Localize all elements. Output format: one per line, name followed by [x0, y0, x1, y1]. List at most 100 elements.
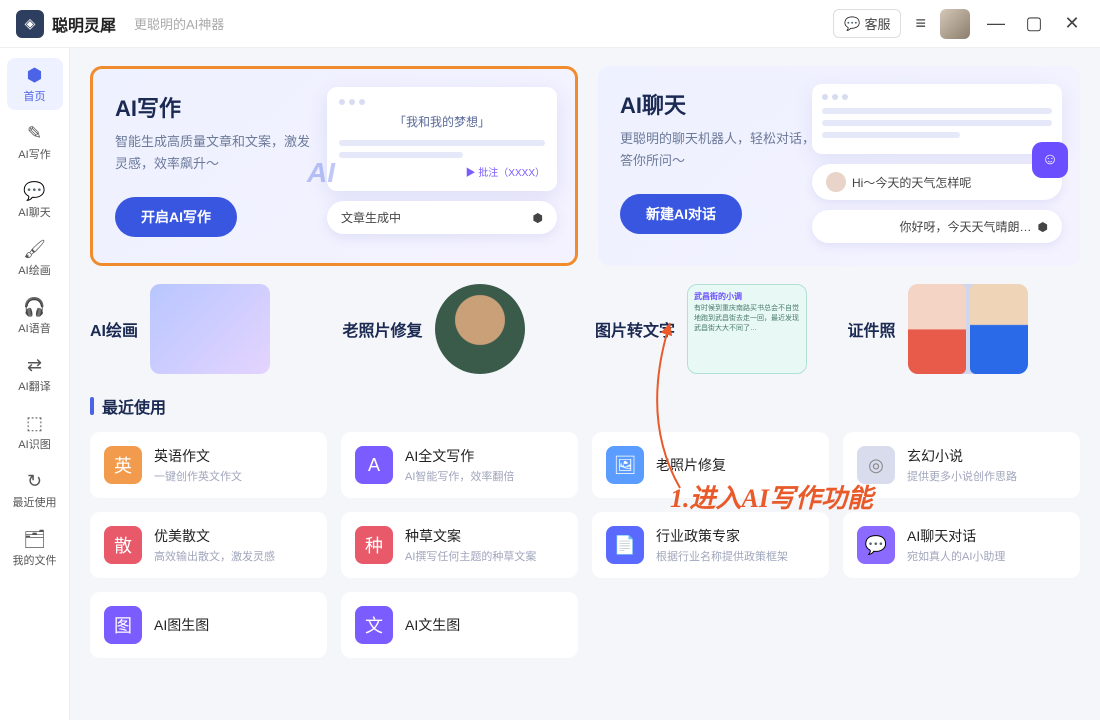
app-name: 聪明灵犀: [52, 12, 116, 36]
recent-card-6[interactable]: 📄行业政策专家根据行业名称提供政策框架: [592, 512, 829, 578]
sidebar-icon: 🗂: [23, 529, 46, 550]
start-ai-write-button[interactable]: 开启AI写作: [115, 197, 237, 237]
recent-desc: 高效输出散文，激发灵感: [154, 548, 275, 564]
recent-icon: A: [355, 446, 393, 484]
photo-thumb: [435, 284, 525, 374]
recent-card-7[interactable]: 💬 AI聊天对话宛如真人的AI小助理: [843, 512, 1080, 578]
support-button[interactable]: 💬 客服: [833, 9, 901, 38]
tile-photo-restore[interactable]: 老照片修复: [343, 284, 576, 374]
recent-card-4[interactable]: 散优美散文高效输出散文，激发灵感: [90, 512, 327, 578]
sidebar-item-4[interactable]: 🎧 AI语音: [7, 290, 63, 342]
recent-icon: 文: [355, 606, 393, 644]
sidebar-item-7[interactable]: ↻ 最近使用: [7, 464, 63, 516]
recent-card-5[interactable]: 种种草文案 AI撰写任何主题的种草文案: [341, 512, 578, 578]
recent-desc: AI撰写任何主题的种草文案: [405, 548, 536, 564]
minimize-button[interactable]: —: [984, 13, 1008, 34]
recent-desc: 一键创作英文作文: [154, 468, 242, 484]
recent-title: 英语作文: [154, 446, 242, 466]
sidebar-icon: ✎: [27, 123, 42, 144]
sidebar-item-8[interactable]: 🗂 我的文件: [7, 522, 63, 574]
chat-bubble-user: Hi～今天的天气怎样呢: [812, 164, 1062, 200]
recent-desc: AI智能写作，效率翻倍: [405, 468, 514, 484]
recent-title: 老照片修复: [656, 455, 726, 475]
chat-bubble-icon: 💬: [844, 16, 860, 32]
recent-title: AI聊天对话: [907, 526, 1005, 546]
sidebar-icon: ↻: [27, 471, 42, 492]
support-label: 客服: [864, 14, 890, 33]
menu-icon[interactable]: ≡: [915, 13, 926, 34]
hero-write-desc: 智能生成高质量文章和文案，激发灵感，效率飙升～: [115, 131, 315, 175]
maximize-button[interactable]: ▢: [1022, 13, 1046, 34]
recent-card-0[interactable]: 英英语作文一键创作英文作文: [90, 432, 327, 498]
recent-icon: 散: [104, 526, 142, 564]
recent-icon: 图: [104, 606, 142, 644]
sidebar-icon: 💬: [23, 181, 45, 202]
tile-ai-paint[interactable]: AI绘画: [90, 284, 323, 374]
ill-tag: ▶ 批注（XXXX）: [339, 164, 545, 179]
recent-title: 玄幻小说: [907, 446, 1017, 466]
recent-title: 种草文案: [405, 526, 536, 546]
sidebar-icon: ⇄: [27, 355, 42, 376]
chat-fab-icon: ☺: [1032, 142, 1068, 178]
recent-card-1[interactable]: AAI全文写作AI智能写作，效率翻倍: [341, 432, 578, 498]
sidebar-icon: 🖌: [23, 239, 46, 260]
user-avatar[interactable]: [940, 9, 970, 39]
hero-card-ai-write[interactable]: AI写作 智能生成高质量文章和文案，激发灵感，效率飙升～ 开启AI写作 「我和我…: [90, 66, 578, 266]
sidebar-icon: 🎧: [23, 297, 45, 318]
sidebar-item-6[interactable]: ⬚AI识图: [7, 406, 63, 458]
close-button[interactable]: ✕: [1060, 13, 1084, 34]
sidebar-label: 我的文件: [13, 552, 57, 568]
recent-desc: 宛如真人的AI小助理: [907, 548, 1005, 564]
recent-icon: 💬: [857, 526, 895, 564]
app-logo-group: ◈ 聪明灵犀 更聪明的AI神器: [16, 10, 224, 38]
sidebar-label: AI语音: [18, 320, 50, 336]
doc-thumb-body: 有时候到重庆南路买书总会不自觉地跑到武昌街去走一回，最近发现武昌街大大不同了…: [694, 304, 800, 333]
new-ai-chat-button[interactable]: 新建AI对话: [620, 194, 742, 234]
hero-chat-desc: 更聪明的聊天机器人，轻松对话，答你所问～: [620, 128, 820, 172]
sidebar-label: AI聊天: [18, 204, 50, 220]
hexagon-icon: ⬢: [533, 211, 543, 225]
recent-card-8[interactable]: 图AI图生图: [90, 592, 327, 658]
chat-bubble2-text: 你好呀，今天天气晴朗…: [900, 218, 1032, 235]
sidebar-label: 最近使用: [13, 494, 57, 510]
tile-label: AI绘画: [90, 317, 138, 341]
sidebar-icon: ⬢: [27, 65, 43, 86]
sidebar-item-1[interactable]: ✎ AI写作: [7, 116, 63, 168]
tile-label: 老照片修复: [343, 317, 423, 341]
recent-desc: 提供更多小说创作思路: [907, 468, 1017, 484]
hexagon-icon: ⬢: [1038, 220, 1048, 234]
tile-label: 图片转文字: [595, 317, 675, 341]
chat-bubble-bot: 你好呀，今天天气晴朗… ⬢: [812, 210, 1062, 243]
sidebar-item-3[interactable]: 🖌 AI绘画: [7, 232, 63, 284]
recent-icon: 📄: [606, 526, 644, 564]
sidebar-item-0[interactable]: ⬢首页: [7, 58, 63, 110]
recent-title: 优美散文: [154, 526, 275, 546]
hero-chat-illustration: ☺ Hi～今天的天气怎样呢 你好呀，今天天气晴朗… ⬢: [812, 84, 1062, 243]
section-accent-bar: [90, 397, 94, 415]
sidebar-label: AI绘画: [18, 262, 50, 278]
tile-id-photo[interactable]: 证件照: [848, 284, 1081, 374]
hero-card-ai-chat[interactable]: AI聊天 更聪明的聊天机器人，轻松对话，答你所问～ 新建AI对话 ☺ Hi～今天…: [598, 66, 1080, 266]
tile-ocr[interactable]: 图片转文字 武昌街的小调 有时候到重庆南路买书总会不自觉地跑到武昌街去走一回，最…: [595, 284, 828, 374]
chat-bubble1-text: Hi～今天的天气怎样呢: [852, 174, 971, 191]
sidebar-item-5[interactable]: ⇄AI翻译: [7, 348, 63, 400]
recent-icon: 英: [104, 446, 142, 484]
app-tagline: 更聪明的AI神器: [134, 14, 224, 33]
ill-status-text: 文章生成中: [341, 209, 401, 226]
doc-thumb-title: 武昌街的小调: [694, 291, 800, 302]
ill-status-pill: 文章生成中 ⬢: [327, 201, 557, 234]
paint-thumb: [150, 284, 270, 374]
sidebar-item-2[interactable]: 💬 AI聊天: [7, 174, 63, 226]
recent-title: AI文生图: [405, 615, 460, 635]
recent-icon: 种: [355, 526, 393, 564]
main-content: AI写作 智能生成高质量文章和文案，激发灵感，效率飙升～ 开启AI写作 「我和我…: [70, 48, 1100, 720]
app-logo-icon: ◈: [16, 10, 44, 38]
recent-icon: 🖼: [606, 446, 644, 484]
sidebar: ⬢首页 ✎ AI写作 💬 AI聊天 🖌 AI绘画 🎧 AI语音 ⇄AI翻译 ⬚AI识图 ↻ 最近使用 🗂 我…: [0, 48, 70, 720]
recent-card-3[interactable]: ◎玄幻小说提供更多小说创作思路: [843, 432, 1080, 498]
titlebar: ◈ 聪明灵犀 更聪明的AI神器 💬 客服 ≡ — ▢ ✕: [0, 0, 1100, 48]
sidebar-label: AI写作: [18, 146, 50, 162]
recent-card-9[interactable]: 文 AI文生图: [341, 592, 578, 658]
sidebar-label: AI识图: [18, 436, 50, 452]
tile-label: 证件照: [848, 317, 896, 341]
